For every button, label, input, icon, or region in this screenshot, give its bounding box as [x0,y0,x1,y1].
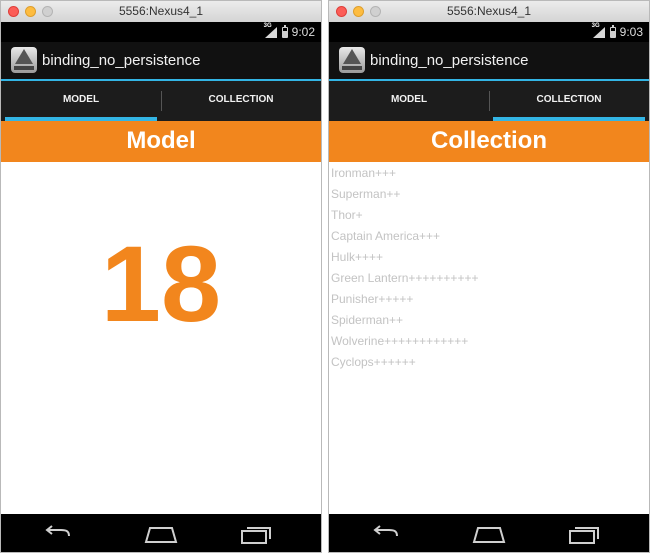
list-item[interactable]: Hulk++++ [331,249,478,270]
recent-apps-icon[interactable] [565,522,605,546]
app-icon [339,47,365,73]
list-item[interactable]: Superman++ [331,186,478,207]
battery-icon [609,24,616,38]
tab-bar: MODEL COLLECTION [1,81,321,121]
page-header: Collection [329,121,649,162]
tab-model-label: MODEL [62,94,100,105]
page-header: Model [1,121,321,162]
list-item[interactable]: Wolverine++++++++++++ [331,333,478,354]
page-title: Collection [430,127,547,154]
list-item[interactable]: Cyclops++++++ [331,354,478,375]
emulator-window-collection: 5556:Nexus4_1 3G 9:03 binding_no_persist… [328,0,650,553]
app-icon [11,47,37,73]
window-title: 5556:Nexus4_1 [118,4,204,18]
navigation-bar [329,514,649,552]
list-item[interactable]: Punisher+++++ [331,291,478,312]
tab-bar: MODEL COLLECTION [329,81,649,121]
collection-content: Ironman+++ Superman++ Thor+ Captain Amer… [329,162,649,514]
status-time: 9:02 [291,25,315,39]
list-item[interactable]: Green Lantern++++++++++ [331,270,478,291]
action-bar: binding_no_persistence [1,42,321,79]
back-icon[interactable] [39,522,79,546]
status-bar: 3G 9:02 [1,22,321,42]
home-icon[interactable] [141,522,181,546]
navigation-bar [1,514,321,552]
model-content: 18 [1,162,321,514]
signal-icon: 3G [592,23,606,38]
window-titlebar[interactable]: 5556:Nexus4_1 [329,1,649,23]
tab-collection-label: COLLECTION [536,94,602,105]
tab-collection[interactable]: COLLECTION [161,81,321,121]
recent-apps-icon[interactable] [237,522,277,546]
list-item[interactable]: Ironman+++ [331,165,478,186]
battery-icon [281,24,288,38]
model-value: 18 [100,223,222,344]
tab-collection-label: COLLECTION [208,94,274,105]
window-titlebar[interactable]: 5556:Nexus4_1 [1,1,321,23]
collection-list: Ironman+++ Superman++ Thor+ Captain Amer… [331,165,478,375]
home-icon[interactable] [469,522,509,546]
tab-model[interactable]: MODEL [329,81,489,121]
app-title: binding_no_persistence [42,52,201,69]
tab-model[interactable]: MODEL [1,81,161,121]
list-item[interactable]: Spiderman++ [331,312,478,333]
tab-model-label: MODEL [390,94,428,105]
signal-icon: 3G [264,23,278,38]
list-item[interactable]: Thor+ [331,207,478,228]
action-bar: binding_no_persistence [329,42,649,79]
list-item[interactable]: Captain America+++ [331,228,478,249]
emulator-window-model: 5556:Nexus4_1 3G 9:02 binding_no_persist… [0,0,322,553]
status-time: 9:03 [619,25,643,39]
tab-collection[interactable]: COLLECTION [489,81,649,121]
window-title: 5556:Nexus4_1 [446,4,532,18]
page-title: Model [126,127,196,154]
status-bar: 3G 9:03 [329,22,649,42]
back-icon[interactable] [367,522,407,546]
app-title: binding_no_persistence [370,52,529,69]
